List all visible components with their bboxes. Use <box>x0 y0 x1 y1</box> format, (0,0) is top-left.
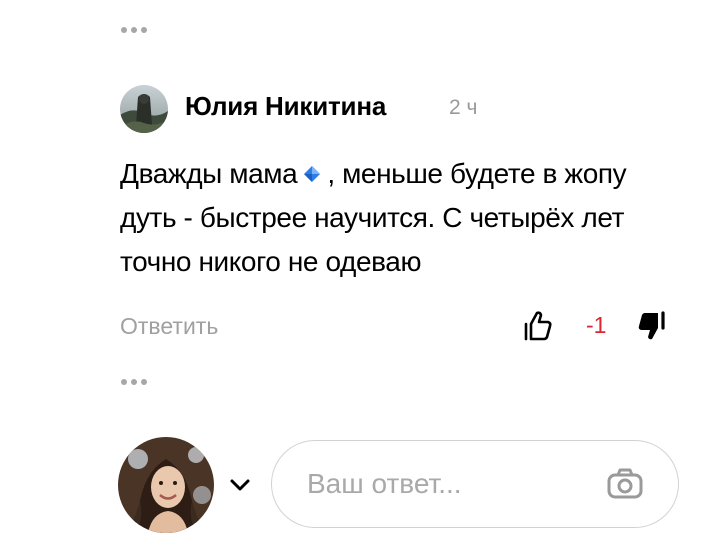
current-user-avatar[interactable] <box>118 437 214 533</box>
show-more-replies-button[interactable] <box>121 27 147 33</box>
dot <box>121 379 127 385</box>
dot <box>141 379 147 385</box>
dot <box>131 27 137 33</box>
reply-button[interactable]: Ответить <box>120 313 218 340</box>
attach-photo-button[interactable] <box>606 465 644 503</box>
author-name[interactable]: Юлия Никитина <box>185 91 386 122</box>
dot <box>141 27 147 33</box>
author-avatar-image <box>120 85 168 133</box>
current-user-avatar-image <box>118 437 214 533</box>
camera-icon <box>607 468 643 499</box>
reply-input-container[interactable] <box>271 440 679 528</box>
post-time: 2 ч <box>449 96 478 119</box>
dot <box>121 27 127 33</box>
comment-text-part: Дважды мама <box>120 158 298 189</box>
dislike-button[interactable] <box>634 308 670 344</box>
author-avatar[interactable] <box>120 85 168 133</box>
comment-text: Дважды мама , меньше будете в жопу дуть … <box>120 152 680 284</box>
reply-input[interactable] <box>307 468 587 500</box>
blue-diamond-icon <box>304 166 321 182</box>
thumbs-down-filled-icon <box>638 311 665 340</box>
like-button[interactable] <box>519 308 555 344</box>
show-more-comments-button[interactable] <box>121 379 147 385</box>
dot <box>131 379 137 385</box>
chevron-down-icon <box>230 479 250 491</box>
account-switch-button[interactable] <box>228 475 252 495</box>
thumbs-up-outline-icon <box>524 311 552 341</box>
rating-value: -1 <box>586 312 607 338</box>
